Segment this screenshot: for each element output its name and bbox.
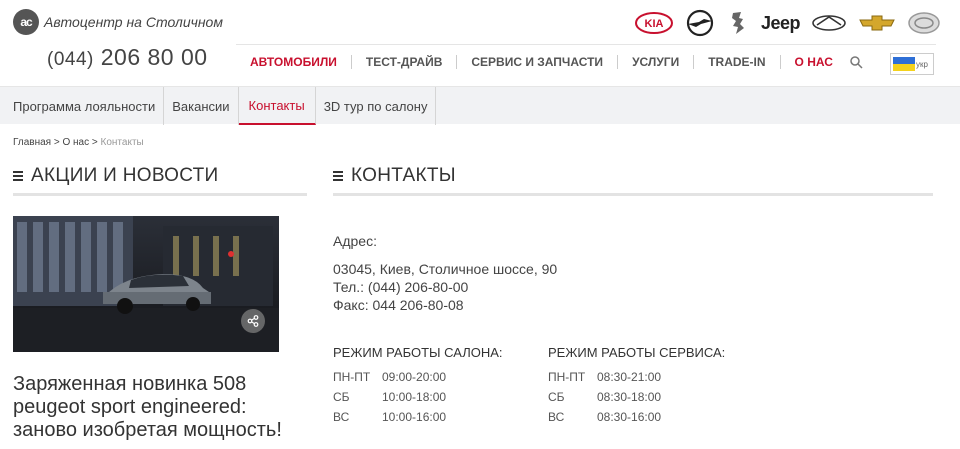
hours-row: СБ 10:00-18:00 (333, 387, 446, 407)
news-headline[interactable]: Заряженная новинка 508 peugeot sport eng… (13, 373, 313, 442)
site-header: ac Автоцентр на Столичном (044) 206 80 0… (0, 0, 960, 86)
ukraine-flag-icon (893, 57, 915, 71)
breadcrumb-about[interactable]: О нас (62, 137, 89, 148)
news-title-underline (13, 193, 307, 196)
hours-day: ВС (548, 410, 565, 424)
header-phone[interactable]: (044) 206 80 00 (47, 44, 208, 71)
phone-number: 206 80 00 (100, 44, 208, 70)
hours-row: ВС 08:30-16:00 (548, 407, 661, 427)
hours-time: 08:30-16:00 (597, 410, 662, 424)
hours-day: ВС (333, 410, 350, 424)
nav-item-about[interactable]: О НАС (781, 55, 847, 69)
hours-time: 08:30-18:00 (597, 390, 662, 404)
subnav-item-loyalty[interactable]: Программа лояльности (0, 87, 165, 125)
service-hours-title: РЕЖИМ РАБОТЫ СЕРВИСА: (548, 345, 726, 360)
news-title-text: АКЦИИ И НОВОСТИ (31, 165, 219, 186)
nav-item-services[interactable]: УСЛУГИ (618, 55, 695, 69)
fax-text: Факс: 044 206-80-08 (333, 297, 464, 313)
contacts-title-underline (333, 193, 933, 196)
chevrolet-logo[interactable] (858, 9, 896, 37)
hours-time: 10:00-18:00 (382, 390, 447, 404)
share-icon (247, 315, 259, 327)
share-button[interactable] (241, 309, 265, 333)
breadcrumb: Главная > О нас > Контакты (13, 137, 144, 148)
nav-item-trade-in[interactable]: TRADE-IN (694, 55, 781, 69)
nav-item-service-parts[interactable]: СЕРВИС И ЗАПЧАСТИ (457, 55, 619, 69)
service-hours-table: ПН-ПТ 08:30-21:00 СБ 08:30-18:00 ВС 08:3… (548, 367, 661, 427)
news-section-title: АКЦИИ И НОВОСТИ (13, 165, 219, 187)
address-label: Адрес: (333, 233, 377, 249)
hours-time: 09:00-20:00 (382, 370, 447, 384)
hours-row: СБ 08:30-18:00 (548, 387, 661, 407)
hours-day: ПН-ПТ (333, 370, 371, 384)
hours-day: СБ (333, 390, 350, 404)
sub-nav: Программа лояльности Вакансии Контакты 3… (0, 86, 960, 125)
ravon-logo[interactable] (908, 9, 940, 37)
kia-logo[interactable]: KIA (634, 9, 673, 37)
breadcrumb-home[interactable]: Главная (13, 137, 51, 148)
logo-text: Автоцентр на Столичном (44, 14, 223, 30)
hours-row: ВС 10:00-16:00 (333, 407, 446, 427)
hours-day: ПН-ПТ (548, 370, 586, 384)
hours-day: СБ (548, 390, 565, 404)
site-logo[interactable]: ac Автоцентр на Столичном (13, 9, 223, 35)
nav-item-test-drive[interactable]: ТЕСТ-ДРАЙВ (352, 55, 458, 69)
opel-logo[interactable] (685, 9, 715, 37)
language-label: укр (916, 59, 928, 69)
header-divider (236, 44, 936, 45)
brand-logos: KIA Jeep (634, 9, 940, 37)
phone-code: (044) (47, 49, 94, 70)
subnav-item-vacancies[interactable]: Вакансии (164, 87, 239, 125)
infiniti-logo[interactable] (812, 9, 846, 37)
salon-hours-table: ПН-ПТ 09:00-20:00 СБ 10:00-18:00 ВС 10:0… (333, 367, 446, 427)
main-nav: АВТОМОБИЛИ ТЕСТ-ДРАЙВ СЕРВИС И ЗАПЧАСТИ … (236, 55, 863, 69)
breadcrumb-current: Контакты (100, 137, 144, 148)
logo-mark: ac (13, 9, 39, 35)
salon-hours-title: РЕЖИМ РАБОТЫ САЛОНА: (333, 345, 503, 360)
contacts-section-title: КОНТАКТЫ (333, 165, 456, 187)
nav-item-cars[interactable]: АВТОМОБИЛИ (236, 55, 352, 69)
breadcrumb-separator: > (53, 137, 60, 148)
news-image[interactable] (13, 216, 279, 352)
svg-text:KIA: KIA (644, 18, 663, 30)
breadcrumb-separator: > (91, 137, 98, 148)
language-switcher[interactable]: укр (890, 53, 934, 75)
jeep-logo[interactable]: Jeep (761, 9, 801, 37)
contacts-title-text: КОНТАКТЫ (351, 165, 456, 186)
address-text: 03045, Киев, Столичное шоссе, 90 (333, 261, 558, 277)
hours-time: 10:00-16:00 (382, 410, 447, 424)
subnav-item-3d-tour[interactable]: 3D тур по салону (316, 87, 437, 125)
menu-icon (333, 171, 343, 181)
subnav-item-contacts[interactable]: Контакты (238, 87, 316, 125)
peugeot-logo[interactable] (727, 9, 749, 37)
hours-time: 08:30-21:00 (597, 370, 662, 384)
contact-details: 03045, Киев, Столичное шоссе, 90 Тел.: (… (333, 260, 557, 314)
menu-icon (13, 171, 23, 181)
phone-text: Тел.: (044) 206-80-00 (333, 279, 469, 295)
hours-row: ПН-ПТ 09:00-20:00 (333, 367, 446, 387)
search-icon[interactable] (849, 55, 863, 69)
hours-row: ПН-ПТ 08:30-21:00 (548, 367, 661, 387)
